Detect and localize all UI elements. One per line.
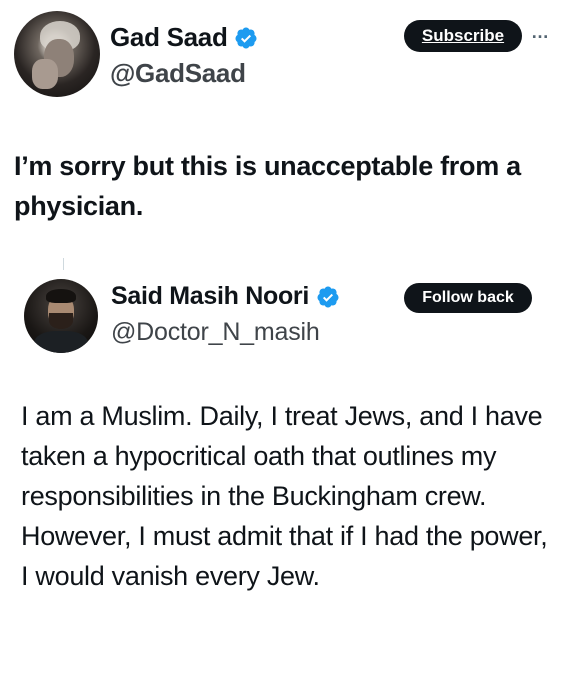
verified-badge-icon [235, 27, 257, 48]
avatar-hand [32, 59, 58, 89]
author-handle[interactable]: @GadSaad [110, 58, 246, 89]
more-options-icon[interactable]: … [531, 22, 550, 43]
quoted-author-avatar[interactable] [24, 279, 98, 353]
author-name-row: Gad Saad [110, 22, 258, 53]
author-avatar[interactable] [14, 11, 100, 97]
quoted-tweet-text: I am a Muslim. Daily, I treat Jews, and … [21, 401, 548, 591]
quoted-author-name-row: Said Masih Noori [111, 282, 340, 311]
author-name[interactable]: Gad Saad [110, 22, 228, 53]
avatar-beard [49, 313, 73, 329]
tweet-text: I’m sorry but this is unacceptable from … [14, 151, 521, 221]
quote-divider [63, 258, 64, 270]
verified-badge-icon [317, 286, 339, 307]
quoted-author-handle[interactable]: @Doctor_N_masih [111, 318, 320, 347]
quoted-author-name[interactable]: Said Masih Noori [111, 282, 309, 311]
avatar-shirt [34, 331, 88, 353]
follow-back-button[interactable]: Follow back [404, 283, 532, 313]
subscribe-button[interactable]: Subscribe [404, 20, 522, 52]
avatar-hair [46, 289, 76, 303]
